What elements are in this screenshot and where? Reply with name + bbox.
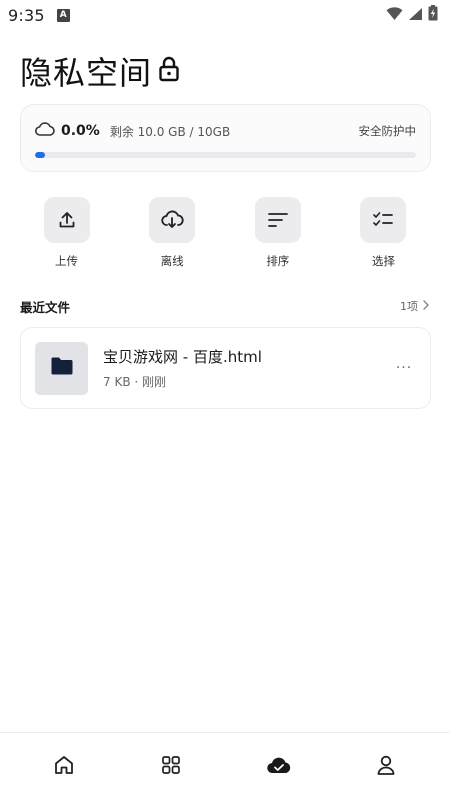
cloud-check-icon [266, 755, 292, 779]
upload-icon [43, 197, 90, 243]
nav-home[interactable] [34, 742, 94, 792]
sort-label: 排序 [266, 254, 290, 268]
storage-card[interactable]: 0.0% 剩余 10.0 GB / 10GB 安全防护中 [20, 104, 431, 172]
page-title-text: 隐私空间 [20, 54, 153, 92]
file-thumbnail [35, 341, 88, 395]
upload-button[interactable]: 上传 [16, 190, 117, 278]
bottom-navigation [0, 732, 450, 800]
lock-icon [158, 56, 180, 86]
select-button[interactable]: 选择 [333, 190, 434, 278]
offline-label: 离线 [160, 254, 184, 268]
recent-files-count[interactable]: 1项 [400, 298, 430, 314]
notification-badge: A [56, 8, 70, 22]
recent-files-count-text: 1项 [400, 300, 418, 313]
sort-button[interactable]: 排序 [227, 190, 328, 278]
status-bar: 9:35 A [0, 0, 450, 30]
file-info: 宝贝游戏网 - 百度.html 7 KB · 刚刚 [103, 346, 384, 390]
storage-remaining: 剩余 10.0 GB / 10GB [109, 124, 231, 139]
cloud-icon [35, 121, 55, 141]
select-label: 选择 [371, 254, 395, 268]
security-status: 安全防护中 [358, 124, 417, 138]
recent-files-header: 最近文件 1项 [20, 296, 430, 316]
nav-cloud[interactable] [249, 742, 309, 792]
wifi-icon [386, 6, 403, 25]
home-icon [53, 754, 75, 780]
upload-label: 上传 [55, 254, 78, 268]
storage-percent: 0.0% [61, 123, 100, 139]
cloud-download-icon [149, 197, 196, 243]
offline-download-button[interactable]: 离线 [122, 190, 223, 278]
recent-files-title: 最近文件 [20, 299, 71, 315]
nav-apps[interactable] [141, 742, 201, 792]
storage-progress-bar [35, 152, 416, 158]
action-grid: 上传 离线 排序 选择 [16, 190, 434, 280]
file-name: 宝贝游戏网 - 百度.html [103, 348, 262, 366]
battery-charging-icon [428, 5, 438, 25]
file-meta: 7 KB · 刚刚 [103, 375, 166, 389]
folder-icon [50, 356, 74, 380]
user-icon [376, 754, 396, 780]
grid-icon [161, 755, 181, 779]
sort-icon [254, 197, 301, 243]
nav-profile[interactable] [356, 742, 416, 792]
file-list-item[interactable]: 宝贝游戏网 - 百度.html 7 KB · 刚刚 ··· [20, 327, 431, 409]
status-time: 9:35 [8, 5, 45, 25]
checklist-icon [360, 197, 407, 243]
page-title: 隐私空间 [20, 48, 180, 94]
chevron-right-icon [422, 299, 430, 314]
more-options-button[interactable]: ··· [384, 360, 424, 376]
storage-progress-fill [35, 152, 45, 158]
signal-icon [408, 6, 423, 25]
